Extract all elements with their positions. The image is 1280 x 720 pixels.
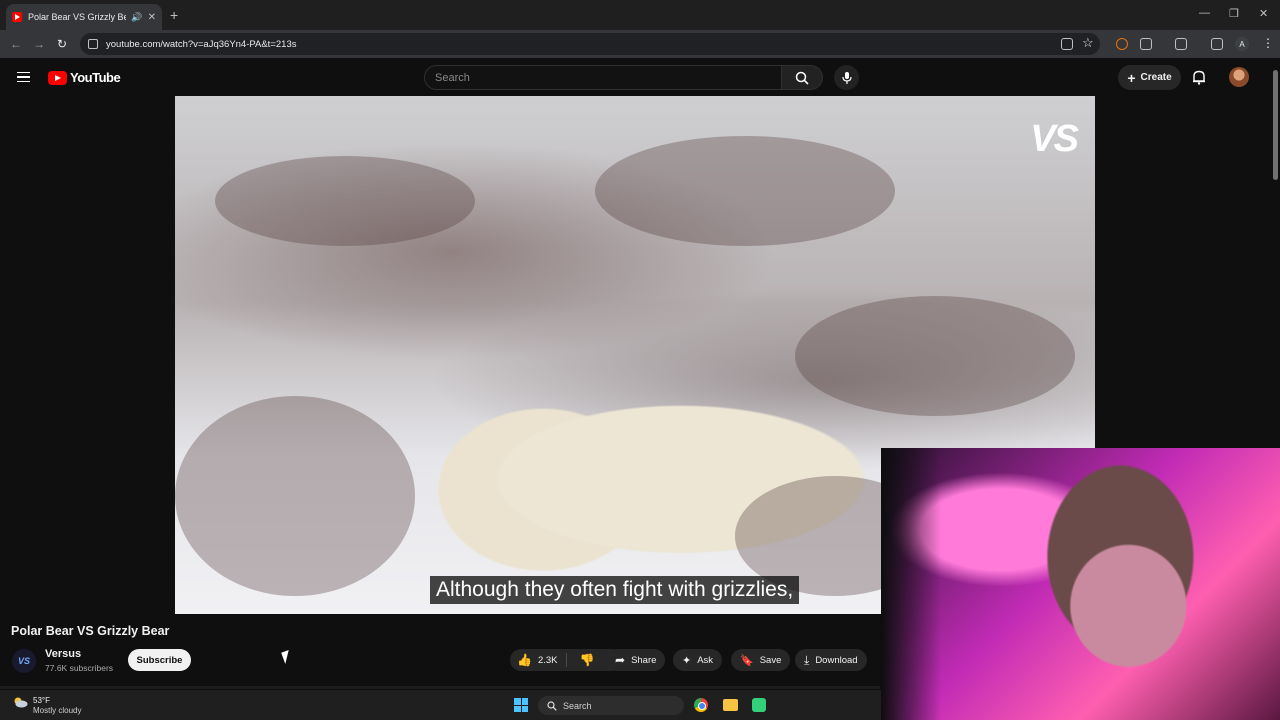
video-scene-shrub [175,396,415,596]
install-app-icon[interactable] [1061,38,1073,50]
youtube-logo[interactable]: YouTube [48,70,121,85]
voice-search-button[interactable] [834,65,859,90]
download-icon: ⤓ [804,652,810,667]
youtube-favicon-icon [12,12,22,22]
subscribe-button[interactable]: Subscribe [128,649,191,671]
bookmark-star-icon[interactable]: ☆ [1082,35,1094,51]
thumbs-up-icon[interactable]: 👍 [517,653,532,667]
like-count[interactable]: 2.3K [538,655,558,666]
share-button[interactable]: ➦ Share [606,649,666,671]
taskbar-search[interactable]: Search [538,696,684,715]
share-arrow-icon: ➦ [615,653,626,667]
content-divider [0,686,880,689]
browser-toolbar: ← → ↻ youtube.com/watch?v=aJq36Yn4-PA&t=… [0,30,1280,58]
subscriber-count: 77.6K subscribers [45,663,114,673]
youtube-wordmark: YouTube [70,70,121,85]
search-icon [795,71,809,85]
search-input[interactable]: Search [424,65,782,90]
youtube-play-icon [48,70,67,85]
channel-avatar[interactable]: VS [12,649,36,673]
notifications-bell-icon[interactable] [1192,69,1206,85]
site-info-icon[interactable] [88,39,98,49]
cloudy-weather-icon[interactable] [12,696,28,708]
screen: Polar Bear VS Grizzly Bear 🔊 ✕ + — ❐ ✕ ←… [0,0,1280,720]
download-button[interactable]: ⤓ Download [795,649,867,671]
sparkle-icon: ✦ [682,654,692,667]
taskbar-search-label: Search [563,700,592,711]
forward-icon[interactable]: → [33,37,45,51]
webcam-shadow [881,448,941,720]
create-label: Create [1140,72,1172,83]
side-panel-icon[interactable] [1175,38,1187,50]
save-label: Save [759,654,782,666]
file-explorer-icon[interactable] [723,699,738,711]
weather-condition[interactable]: Mostly cloudy [33,706,81,715]
search-button[interactable] [781,65,823,90]
hamburger-menu-icon[interactable] [17,72,30,82]
weather-temperature[interactable]: 53°F [33,696,50,705]
plus-icon: + [1127,69,1136,86]
video-scene-shrub [795,296,1075,416]
video-scene-shrub [595,136,895,246]
windows-taskbar [0,690,881,720]
reload-icon[interactable]: ↻ [57,37,67,51]
streamer-webcam [881,448,1280,720]
page-scrollbar[interactable] [1271,58,1280,448]
video-scene-shrub [215,156,475,246]
like-divider [566,653,567,667]
browser-profile-avatar[interactable]: A [1235,37,1249,51]
minimize-icon[interactable]: — [1199,7,1210,19]
app-taskbar-icon[interactable] [752,698,766,712]
ask-button[interactable]: ✦ Ask [673,649,723,671]
video-title: Polar Bear VS Grizzly Bear [11,624,170,638]
tab-title: Polar Bear VS Grizzly Bear [28,12,127,22]
menu-kebab-icon[interactable]: ⋮ [1262,36,1274,50]
download-label: Download [815,654,858,666]
scrollbar-thumb[interactable] [1273,70,1278,180]
thumbs-down-icon[interactable]: 👎 [580,653,595,667]
browser-tab-strip: Polar Bear VS Grizzly Bear 🔊 ✕ + — ❐ ✕ [0,0,1280,30]
ask-label: Ask [697,654,714,666]
browser-tab[interactable]: Polar Bear VS Grizzly Bear 🔊 ✕ [6,4,162,30]
extensions-puzzle-icon[interactable] [1140,38,1152,50]
windows-start-icon[interactable] [514,698,528,712]
bookmark-icon: 🔖 [740,654,754,667]
url-text: youtube.com/watch?v=aJq36Yn4-PA&t=213s [106,38,297,50]
save-button[interactable]: 🔖 Save [731,649,791,671]
video-caption: Although they often fight with grizzlies… [430,576,800,604]
back-icon[interactable]: ← [10,37,22,51]
channel-name[interactable]: Versus [45,648,81,660]
create-button[interactable]: + Create [1118,65,1181,90]
account-avatar[interactable] [1229,67,1249,87]
microphone-icon [841,71,852,84]
window-close-icon[interactable]: ✕ [1259,7,1268,20]
channel-watermark: VS [1030,118,1079,160]
share-label: Share [631,654,657,666]
address-bar[interactable]: youtube.com/watch?v=aJq36Yn4-PA&t=213s [80,33,1100,55]
media-controls-icon[interactable] [1211,38,1223,50]
extension-icon[interactable] [1116,38,1128,50]
chrome-taskbar-icon[interactable] [694,698,708,712]
search-icon [547,700,557,711]
new-tab-icon[interactable]: + [170,7,178,23]
tab-audio-icon[interactable]: 🔊 [131,12,142,23]
tab-close-icon[interactable]: ✕ [148,12,156,23]
restore-icon[interactable]: ❐ [1229,7,1239,20]
youtube-header: YouTube Search + Create [0,58,1270,96]
mouse-cursor-icon [281,649,293,665]
